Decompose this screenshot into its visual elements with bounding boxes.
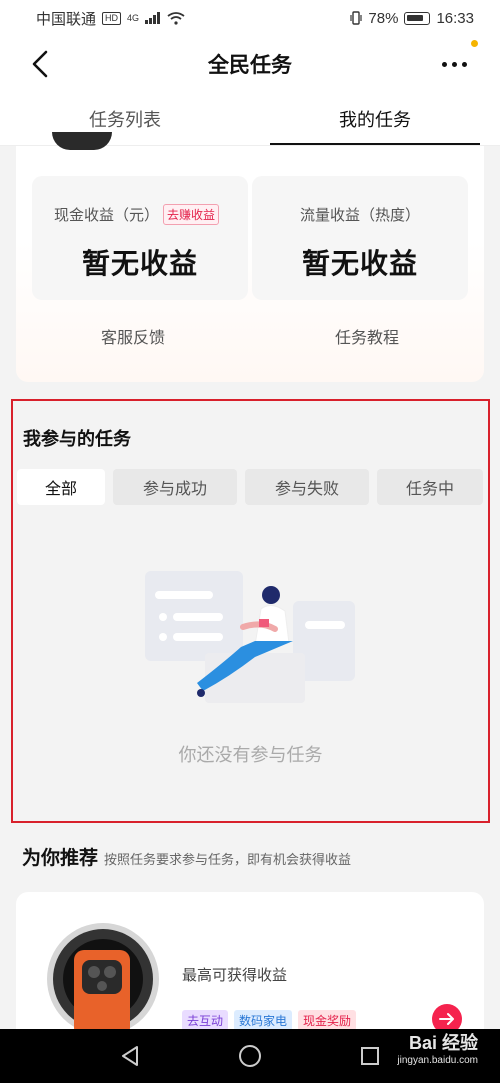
watermark-url: jingyan.baidu.com <box>397 1055 478 1066</box>
vibrate-icon <box>350 11 363 25</box>
tag-interact: 去互动 <box>182 1010 229 1031</box>
recommend-header: 为你推荐 按照任务要求参与任务，即有机会获得收益 <box>22 843 351 870</box>
back-triangle-icon <box>122 1046 138 1066</box>
battery-percent: 78% <box>368 9 399 27</box>
nav-back-button[interactable] <box>110 1036 150 1076</box>
status-bar: 中国联通 HD 4G 78% 16:33 <box>0 0 500 36</box>
participated-tasks-section: 我参与的任务 全部 参与成功 参与失败 任务中 你还没有参与任务 <box>11 399 490 823</box>
watermark: Bai 经验 jingyan.baidu.com <box>397 1034 478 1070</box>
cash-earnings-value: 暂无收益 <box>81 248 198 279</box>
nav-home-button[interactable] <box>230 1036 270 1076</box>
filter-failed[interactable]: 参与失败 <box>245 469 369 505</box>
task-tutorial-link[interactable]: 任务教程 <box>250 324 484 348</box>
battery-icon <box>404 11 431 25</box>
empty-state-text: 你还没有参与任务 <box>178 745 323 765</box>
cash-earnings-label: 现金收益（元） <box>54 207 160 224</box>
traffic-earnings-value: 暂无收益 <box>301 248 418 279</box>
notification-dot <box>471 40 478 47</box>
filter-all[interactable]: 全部 <box>17 469 105 505</box>
traffic-earnings-box: 流量收益（热度） 暂无收益 <box>252 176 468 300</box>
chevron-left-icon <box>32 50 48 78</box>
avatar <box>52 132 112 150</box>
arrow-right-icon <box>439 1013 454 1025</box>
home-circle-icon <box>239 1045 261 1067</box>
tag-digital: 数码家电 <box>234 1010 293 1031</box>
network-label: 4G <box>127 13 140 23</box>
filter-in-progress[interactable]: 任务中 <box>377 469 483 505</box>
clock: 16:33 <box>436 9 474 27</box>
filter-success[interactable]: 参与成功 <box>113 469 237 505</box>
hd-badge: HD <box>102 11 122 25</box>
signal-icon <box>145 12 161 24</box>
watermark-text: Bai 经验 <box>408 1033 478 1053</box>
section-title: 我参与的任务 <box>23 429 131 449</box>
more-horizontal-icon <box>441 61 447 67</box>
customer-feedback-link[interactable]: 客服反馈 <box>16 324 250 348</box>
go-earn-tag[interactable]: 去赚收益 <box>163 204 220 225</box>
wifi-icon <box>167 11 185 25</box>
empty-state-illustration <box>145 571 355 703</box>
tag-cash-reward: 现金奖励 <box>298 1010 357 1031</box>
earnings-summary-card: 现金收益（元） 去赚收益 暂无收益 流量收益（热度） 暂无收益 客服反馈 任务教程 <box>16 132 484 382</box>
tab-task-list[interactable]: 任务列表 <box>0 92 250 145</box>
filter-chips: 全部 参与成功 参与失败 任务中 <box>17 469 483 505</box>
recommend-subtitle: 按照任务要求参与任务，即有机会获得收益 <box>104 852 352 867</box>
more-button[interactable] <box>438 50 470 78</box>
cash-earnings-box: 现金收益（元） 去赚收益 暂无收益 <box>32 176 248 300</box>
max-earnings-label: 最高可获得收益 <box>182 967 288 984</box>
page-title: 全民任务 <box>208 54 292 77</box>
recents-square-icon <box>361 1047 379 1065</box>
recommend-tags: 去互动 数码家电 现金奖励 <box>182 1010 357 1031</box>
top-bar: 全民任务 <box>0 36 500 92</box>
recommend-card[interactable]: 最高可获得收益 去互动 数码家电 现金奖励 <box>16 892 484 1042</box>
carrier-label: 中国联通 <box>36 10 97 28</box>
tab-my-tasks[interactable]: 我的任务 <box>250 92 500 145</box>
nav-recents-button[interactable] <box>350 1036 390 1076</box>
product-image <box>47 923 159 1038</box>
recommend-title: 为你推荐 <box>22 848 99 869</box>
traffic-earnings-label: 流量收益（热度） <box>299 207 420 224</box>
back-button[interactable] <box>24 48 56 80</box>
